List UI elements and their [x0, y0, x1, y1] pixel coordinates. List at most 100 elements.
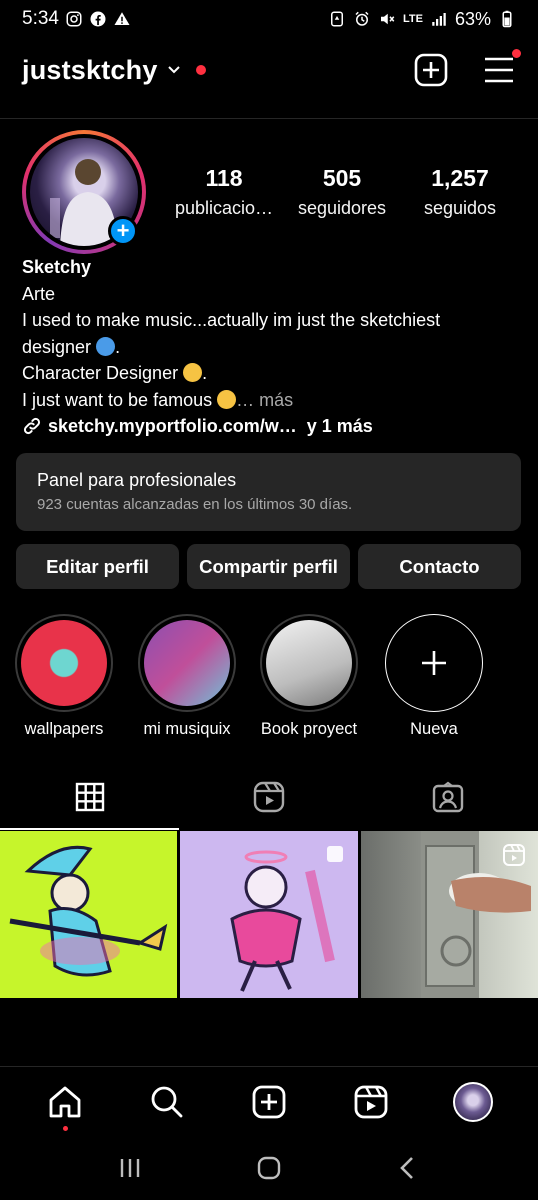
notification-dot [195, 65, 206, 75]
highlight-cover-book [266, 620, 352, 706]
bio-line-2: designer [22, 336, 92, 357]
profile-stats: 118 publicacio… 505 seguidores 1,257 seg… [168, 165, 516, 219]
home-icon [49, 1086, 81, 1117]
plus-square-icon [252, 1085, 286, 1118]
share-profile-button[interactable]: Compartir perfil [187, 544, 350, 589]
followers-stat[interactable]: 505 seguidores [280, 165, 404, 219]
battery-icon [502, 10, 512, 28]
website-link-more: y 1 más [306, 416, 373, 436]
multi-post-icon [324, 843, 346, 870]
profile-bio: Sketchy Arte I used to make music...actu… [22, 254, 516, 440]
bottom-navigation [0, 1066, 538, 1136]
clock: 5:34 [22, 8, 59, 29]
story-highlights: wallpapers mi musiquix Book proyect Nuev… [0, 614, 538, 744]
followers-label: seguidores [297, 198, 387, 218]
warning-icon [114, 12, 130, 25]
menu-notification-dot [512, 49, 521, 58]
link-icon [23, 418, 41, 435]
posts-stat[interactable]: 118 publicacio… [168, 165, 280, 219]
panel-subtitle: 923 cuentas alcanzadas en los últimos 30… [37, 496, 353, 513]
tab-reels[interactable] [179, 764, 358, 830]
nav-home[interactable] [38, 1075, 92, 1131]
following-count: 1,257 [431, 165, 489, 191]
profile-tabs [0, 764, 538, 830]
new-highlight-button[interactable]: Nueva [374, 614, 494, 739]
mute-icon [381, 13, 395, 25]
post-thumbnail[interactable] [180, 831, 358, 998]
bio-line-4: I just want to be famous [22, 389, 213, 410]
edit-profile-button[interactable]: Editar perfil [16, 544, 179, 589]
tab-posts-grid[interactable] [0, 764, 180, 830]
post-thumbnail[interactable] [360, 831, 538, 998]
display-name: Sketchy [22, 257, 92, 277]
followers-count: 505 [322, 165, 362, 191]
post-thumbnail[interactable] [0, 831, 178, 998]
plus-icon [422, 651, 446, 675]
highlight-mi-musiquix[interactable]: mi musiquix [127, 614, 247, 739]
nav-home-notification-dot [62, 1125, 68, 1131]
highlight-label: wallpapers [24, 720, 104, 738]
following-stat[interactable]: 1,257 seguidos [404, 165, 516, 219]
highlight-label: mi musiquix [143, 720, 231, 738]
posts-count: 118 [205, 165, 243, 191]
alarm-icon [355, 11, 369, 26]
bio-line-4-row: I just want to be famous … más [22, 387, 516, 414]
account-switcher[interactable]: justsktchy [22, 55, 158, 86]
battery-percent: 63% [454, 8, 491, 29]
recent-apps-icon[interactable] [117, 1155, 143, 1181]
saver-icon [331, 11, 343, 27]
bio-line-3: Character Designer [22, 363, 179, 383]
highlight-wallpapers[interactable]: wallpapers [4, 614, 124, 739]
cold-face-emoji-icon [96, 336, 116, 356]
panel-title: Panel para profesionales [37, 470, 237, 490]
profile-header: justsktchy [22, 48, 521, 92]
network-type: LTE [403, 13, 423, 25]
nav-profile[interactable] [446, 1075, 500, 1129]
create-button[interactable] [414, 53, 448, 87]
nav-reels[interactable] [344, 1075, 398, 1129]
bio-line-3-row: Character Designer . [22, 363, 208, 383]
nav-create[interactable] [242, 1075, 296, 1129]
following-label: seguidos [423, 198, 497, 218]
tagged-icon [433, 781, 464, 813]
grid-icon [75, 782, 104, 812]
status-bar: 5:34 LTE 63% [0, 0, 538, 38]
posts-grid [0, 831, 538, 998]
bio-more-link[interactable]: … más [236, 390, 293, 410]
nav-search[interactable] [140, 1075, 194, 1129]
instagram-icon [66, 11, 82, 27]
hamburger-menu-icon [485, 57, 513, 83]
website-link-text: sketchy.myportfolio.com/w… [48, 416, 297, 436]
posts-label: publicacio… [174, 198, 274, 218]
highlight-book-proyect[interactable]: Book proyect [249, 614, 369, 739]
profile-avatar-small [453, 1081, 493, 1122]
reels-icon [253, 781, 285, 813]
post-artwork [9, 845, 168, 977]
tab-tagged[interactable] [359, 764, 538, 830]
reels-icon [354, 1085, 388, 1118]
shushing-face-emoji-icon [183, 363, 203, 382]
highlight-cover-wallpapers [21, 620, 107, 706]
add-story-button[interactable]: + [108, 216, 138, 246]
website-link[interactable]: sketchy.myportfolio.com/w… y 1 más [22, 413, 516, 440]
bio-line-2-row: designer . [22, 336, 121, 357]
highlight-label: Book proyect [260, 720, 358, 738]
android-navigation-bar [0, 1136, 538, 1200]
plus-square-icon [414, 53, 448, 87]
woozy-face-emoji-icon [217, 389, 237, 409]
home-button-icon[interactable] [256, 1155, 282, 1181]
category-label: Arte [22, 283, 56, 304]
contact-button[interactable]: Contacto [358, 544, 521, 589]
menu-button[interactable] [482, 49, 521, 87]
signal-icon [432, 13, 446, 26]
header-divider [0, 118, 538, 119]
highlight-label: Nueva [410, 720, 458, 738]
profile-actions: Editar perfil Compartir perfil Contacto [16, 544, 521, 589]
search-icon [151, 1086, 183, 1117]
chevron-down-icon[interactable] [166, 62, 182, 78]
back-icon[interactable] [395, 1155, 421, 1181]
professional-dashboard-panel[interactable]: Panel para profesionales 923 cuentas alc… [16, 453, 521, 531]
facebook-icon [90, 11, 106, 27]
highlight-cover-musiquix [144, 620, 230, 706]
reel-badge-icon [502, 843, 526, 872]
